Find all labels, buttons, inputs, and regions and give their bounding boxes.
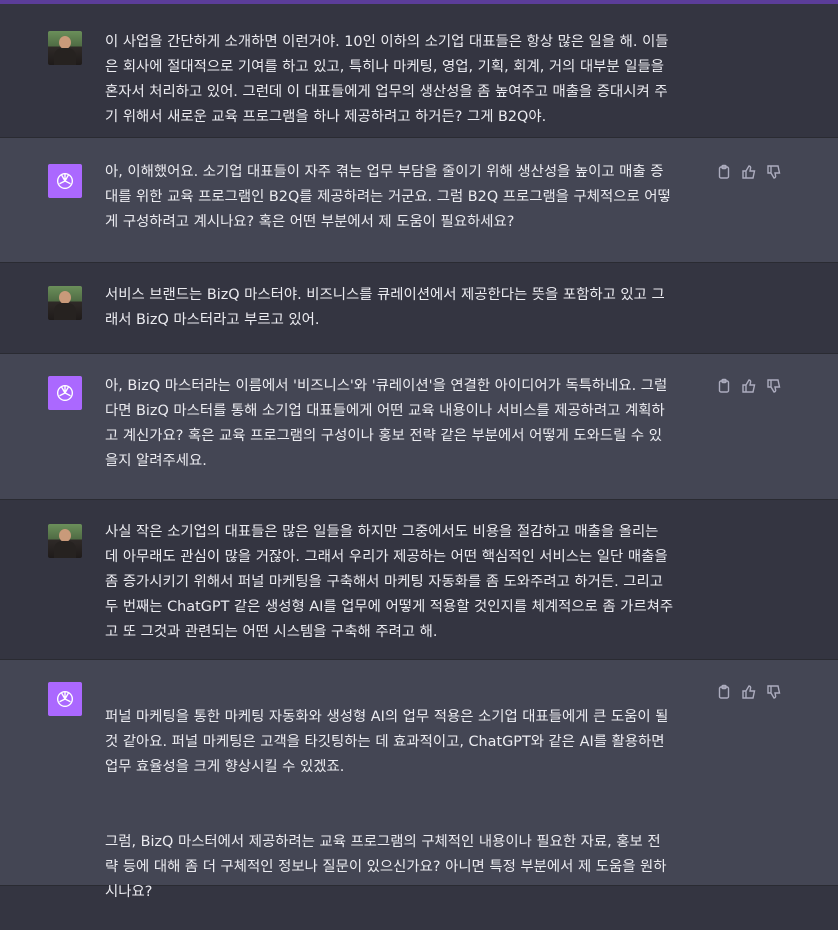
- thumbs-down-icon[interactable]: [766, 378, 782, 394]
- assistant-message: 퍼널 마케팅을 통한 마케팅 자동화와 생성형 AI의 업무 적용은 소기업 대…: [0, 660, 838, 900]
- user-avatar: [48, 31, 82, 65]
- message-text: 서비스 브랜드는 BizQ 마스터야. 비즈니스를 큐레이션에서 제공한다는 뜻…: [105, 287, 665, 328]
- message-paragraph: 퍼널 마케팅을 통한 마케팅 자동화와 생성형 AI의 업무 적용은 소기업 대…: [105, 709, 669, 775]
- clipboard-icon[interactable]: [716, 378, 732, 394]
- user-message: 이 사업을 간단하게 소개하면 이런거야. 10인 이하의 소기업 대표들은 항…: [0, 4, 838, 138]
- clipboard-icon[interactable]: [716, 684, 732, 700]
- openai-logo-icon: [48, 164, 82, 198]
- user-avatar: [48, 524, 82, 558]
- message-text: 사실 작은 소기업의 대표들은 많은 일들을 하지만 그중에서도 비용을 절감하…: [105, 524, 674, 640]
- message-text: 퍼널 마케팅을 통한 마케팅 자동화와 생성형 AI의 업무 적용은 소기업 대…: [105, 680, 705, 930]
- message-text: 이 사업을 간단하게 소개하면 이런거야. 10인 이하의 소기업 대표들은 항…: [105, 34, 669, 125]
- openai-logo-icon: [48, 376, 82, 410]
- assistant-message: 아, BizQ 마스터라는 이름에서 '비즈니스'와 '큐레이션'을 연결한 아…: [0, 354, 838, 500]
- message-actions: [716, 164, 782, 180]
- assistant-message: 아, 이해했어요. 소기업 대표들이 자주 겪는 업무 부담을 줄이기 위해 생…: [0, 138, 838, 263]
- thumbs-up-icon[interactable]: [741, 378, 757, 394]
- message-text: 아, 이해했어요. 소기업 대표들이 자주 겪는 업무 부담을 줄이기 위해 생…: [105, 164, 671, 230]
- openai-logo-icon: [48, 682, 82, 716]
- thumbs-down-icon[interactable]: [766, 684, 782, 700]
- message-text: 아, BizQ 마스터라는 이름에서 '비즈니스'와 '큐레이션'을 연결한 아…: [105, 378, 668, 469]
- thumbs-down-icon[interactable]: [766, 164, 782, 180]
- message-actions: [716, 378, 782, 394]
- user-message: 서비스 브랜드는 BizQ 마스터야. 비즈니스를 큐레이션에서 제공한다는 뜻…: [0, 263, 838, 354]
- message-actions: [716, 684, 782, 700]
- thumbs-up-icon[interactable]: [741, 684, 757, 700]
- clipboard-icon[interactable]: [716, 164, 732, 180]
- message-paragraph: 그럼, BizQ 마스터에서 제공하려는 교육 프로그램의 구체적인 내용이나 …: [105, 834, 667, 900]
- user-avatar: [48, 286, 82, 320]
- thumbs-up-icon[interactable]: [741, 164, 757, 180]
- user-message: 사실 작은 소기업의 대표들은 많은 일들을 하지만 그중에서도 비용을 절감하…: [0, 500, 838, 660]
